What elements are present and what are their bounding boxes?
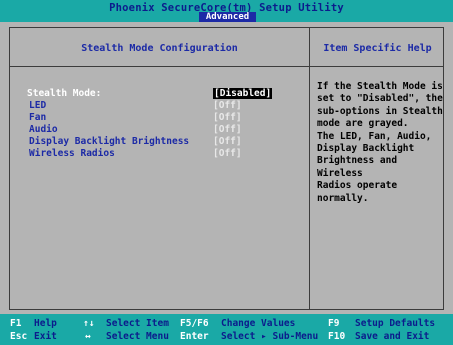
key-left-right[interactable]: ↔	[85, 331, 91, 343]
title-bar: Phoenix SecureCore(tm) Setup Utility Adv…	[0, 0, 453, 22]
option-label-led[interactable]: LED	[29, 100, 46, 111]
key-f1-desc: Help	[34, 318, 57, 329]
key-esc-desc: Exit	[34, 331, 57, 342]
option-value-stealth-mode[interactable]: [Disabled]	[213, 88, 273, 99]
help-text: If the Stealth Mode is set to "Disabled"…	[317, 81, 443, 204]
right-panel-title: Item Specific Help	[323, 43, 432, 54]
option-value-audio[interactable]: [Off]	[213, 124, 242, 135]
key-up-down[interactable]: ↑↓	[83, 318, 94, 330]
key-f9-desc: Setup Defaults	[355, 318, 436, 329]
panel-divider	[309, 28, 310, 309]
option-label-audio[interactable]: Audio	[29, 124, 58, 135]
option-value-wireless-radios[interactable]: [Off]	[213, 148, 242, 159]
key-enter-desc: Select ▸ Sub-Menu	[221, 331, 319, 342]
key-up-down-desc: Select Item	[106, 318, 169, 329]
key-enter[interactable]: Enter	[180, 331, 209, 343]
content-frame: Stealth Mode Configuration Item Specific…	[9, 27, 444, 310]
left-panel-title: Stealth Mode Configuration	[81, 43, 238, 54]
key-f10[interactable]: F10	[328, 331, 345, 343]
tab-advanced[interactable]: Advanced	[199, 12, 256, 22]
option-label-fan[interactable]: Fan	[29, 112, 46, 123]
key-f1[interactable]: F1	[10, 318, 21, 330]
option-label-display-backlight[interactable]: Display Backlight Brightness	[29, 136, 189, 147]
key-f5-f6-desc: Change Values	[221, 318, 296, 329]
header-divider	[10, 66, 443, 67]
key-f5-f6[interactable]: F5/F6	[180, 318, 209, 330]
option-label-wireless-radios[interactable]: Wireless Radios	[29, 148, 115, 159]
key-f10-desc: Save and Exit	[355, 331, 430, 342]
option-value-fan[interactable]: [Off]	[213, 112, 242, 123]
option-value-display-backlight[interactable]: [Off]	[213, 136, 242, 147]
main-area: Stealth Mode Configuration Item Specific…	[0, 22, 453, 314]
footer-key-legend: F1 Help ↑↓ Select Item F5/F6 Change Valu…	[0, 314, 453, 345]
option-value-led[interactable]: [Off]	[213, 100, 242, 111]
key-f9[interactable]: F9	[328, 318, 339, 330]
key-esc[interactable]: Esc	[10, 331, 27, 343]
option-label-stealth-mode[interactable]: Stealth Mode:	[27, 88, 101, 99]
key-left-right-desc: Select Menu	[106, 331, 169, 342]
